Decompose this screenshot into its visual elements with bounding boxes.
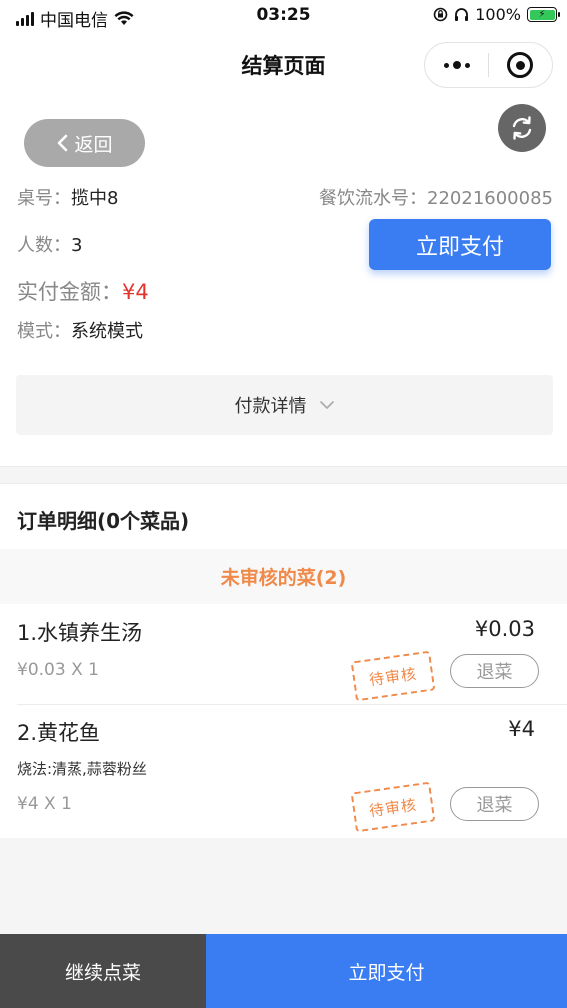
continue-ordering-button[interactable]: 继续点菜 <box>0 934 206 1008</box>
payment-details-toggle[interactable]: 付款详情 <box>16 375 553 435</box>
chevron-left-icon <box>58 134 68 152</box>
item-unit-price: ¥0.03 X 1 <box>17 660 99 680</box>
item-price: ¥4 <box>508 717 535 741</box>
back-label: 返回 <box>74 133 113 156</box>
pending-review-stamp: 待审核 <box>350 781 436 833</box>
amount-label: 实付金额： <box>17 280 122 304</box>
battery-percent: 100% <box>475 5 521 24</box>
people-count: 人数：3 <box>17 231 82 257</box>
more-dot-icon <box>452 61 461 69</box>
section-divider <box>0 466 567 484</box>
mode: 模式：系统模式 <box>17 317 143 343</box>
item-cooking-method: 烧法:清蒸,蒜蓉粉丝 <box>17 760 147 778</box>
chevron-down-icon <box>319 401 334 409</box>
refresh-button[interactable] <box>498 104 546 152</box>
more-dot-icon <box>443 62 449 68</box>
payment-details-label: 付款详情 <box>234 396 307 417</box>
page-background <box>0 838 567 934</box>
mode-value: 系统模式 <box>71 321 143 342</box>
mode-label: 模式： <box>17 321 71 342</box>
refresh-icon <box>512 116 532 140</box>
serial-value: 22021600085 <box>427 188 553 209</box>
more-dot-icon <box>464 62 470 68</box>
table-number: 桌号：揽中8 <box>17 184 118 210</box>
people-label: 人数： <box>17 235 71 256</box>
amount-value: ¥4 <box>122 280 149 304</box>
paid-amount: 实付金额：¥4 <box>17 276 149 306</box>
mini-program-capsule <box>424 42 553 88</box>
table-label: 桌号： <box>17 188 71 209</box>
item-price: ¥0.03 <box>474 617 535 641</box>
refund-button[interactable]: 退菜 <box>450 787 539 821</box>
order-title: 订单明细(0个菜品) <box>17 509 190 533</box>
item-unit-price: ¥4 X 1 <box>17 794 72 814</box>
more-button[interactable] <box>425 42 488 88</box>
pay-now-bottom-button[interactable]: 立即支付 <box>206 934 567 1008</box>
close-button[interactable] <box>489 42 552 88</box>
status-bar: 中国电信 03:25 100% ⚡ <box>0 0 567 32</box>
back-button[interactable]: 返回 <box>24 119 145 167</box>
serial-number: 餐饮流水号：22021600085 <box>319 184 553 210</box>
refund-button[interactable]: 退菜 <box>450 654 539 688</box>
status-right: 100% ⚡ <box>433 5 560 24</box>
pay-now-button[interactable]: 立即支付 <box>369 219 551 270</box>
headphones-icon <box>455 8 469 21</box>
pending-review-stamp: 待审核 <box>350 650 436 702</box>
nav-bar: 结算页面 <box>0 36 567 92</box>
item-name: 2.黄花鱼 <box>17 721 101 745</box>
people-value: 3 <box>71 235 83 256</box>
battery-icon: ⚡ <box>527 7 560 22</box>
item-divider <box>17 704 567 705</box>
orientation-lock-icon <box>433 7 448 22</box>
item-name: 1.水镇养生汤 <box>17 621 143 645</box>
serial-label: 餐饮流水号： <box>319 188 428 209</box>
table-value: 揽中8 <box>71 188 119 209</box>
unreviewed-section-header: 未审核的菜(2) <box>0 549 567 604</box>
close-target-icon <box>507 52 534 78</box>
